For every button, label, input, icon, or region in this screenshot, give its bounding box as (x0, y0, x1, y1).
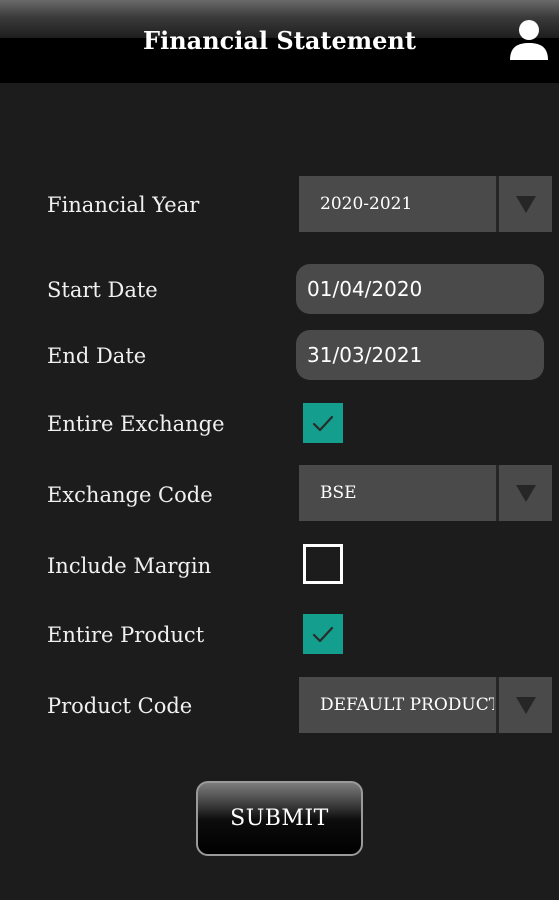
dropdown-arrow-icon[interactable] (499, 465, 552, 521)
dropdown-arrow-icon[interactable] (499, 176, 552, 232)
entire-product-label: Entire Product (47, 623, 205, 647)
submit-button[interactable]: SUBMIT (196, 781, 363, 856)
exchange-code-label: Exchange Code (47, 483, 213, 507)
start-date-label: Start Date (47, 278, 158, 302)
end-date-label: End Date (47, 344, 147, 368)
include-margin-checkbox[interactable] (303, 544, 343, 584)
user-icon[interactable] (509, 18, 549, 62)
header-bar: Financial Statement (0, 0, 559, 83)
financial-year-select[interactable]: 2020-2021 (299, 176, 552, 232)
product-code-value: DEFAULT PRODUCT (320, 695, 494, 715)
entire-exchange-label: Entire Exchange (47, 412, 225, 436)
product-code-select[interactable]: DEFAULT PRODUCT (299, 677, 552, 733)
end-date-field[interactable]: 31/03/2021 (296, 330, 544, 380)
include-margin-label: Include Margin (47, 554, 212, 578)
start-date-field[interactable]: 01/04/2020 (296, 264, 544, 314)
exchange-code-select[interactable]: BSE (299, 465, 552, 521)
page-title: Financial Statement (143, 26, 416, 55)
entire-exchange-checkbox[interactable] (303, 403, 343, 443)
check-icon (312, 626, 334, 643)
product-code-label: Product Code (47, 694, 193, 718)
dropdown-arrow-icon[interactable] (499, 677, 552, 733)
exchange-code-value: BSE (320, 483, 357, 503)
entire-product-checkbox[interactable] (303, 614, 343, 654)
financial-year-label: Financial Year (47, 193, 200, 217)
check-icon (312, 415, 334, 432)
financial-year-value: 2020-2021 (320, 194, 413, 214)
